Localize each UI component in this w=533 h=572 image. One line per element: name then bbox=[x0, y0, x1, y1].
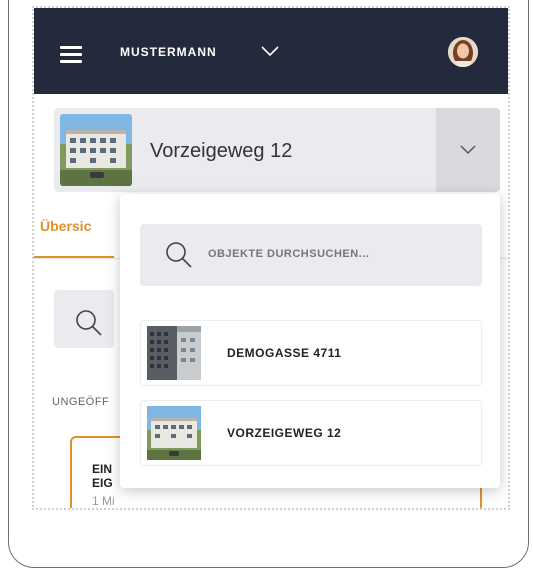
property-dropdown: OBJEKTE DURCHSUCHEN... DEMOGASSE 4711 VO… bbox=[120, 194, 500, 488]
app-screen: MUSTERMANN Vorzeigeweg 12 Übersic UNGEÖF… bbox=[32, 6, 510, 510]
property-thumbnail bbox=[147, 326, 201, 380]
search-placeholder: OBJEKTE DURCHSUCHEN... bbox=[208, 248, 370, 260]
top-bar: MUSTERMANN bbox=[34, 8, 508, 94]
chevron-down-icon[interactable] bbox=[260, 44, 280, 58]
property-option-label: VORZEIGEWEG 12 bbox=[227, 426, 342, 440]
property-thumbnail bbox=[147, 406, 201, 460]
property-option-demogasse[interactable]: DEMOGASSE 4711 bbox=[140, 320, 482, 386]
property-option-vorzeigeweg[interactable]: VORZEIGEWEG 12 bbox=[140, 400, 482, 466]
tab-overview[interactable]: Übersic bbox=[40, 218, 91, 234]
page-search-field[interactable] bbox=[54, 290, 114, 348]
search-icon bbox=[166, 242, 192, 268]
section-label: UNGEÖFF bbox=[52, 396, 110, 408]
property-selector-toggle[interactable] bbox=[436, 108, 500, 192]
property-option-label: DEMOGASSE 4711 bbox=[227, 346, 342, 360]
selected-property-label: Vorzeigeweg 12 bbox=[150, 140, 293, 162]
property-thumbnail bbox=[60, 114, 132, 186]
chevron-down-icon bbox=[460, 145, 476, 155]
property-selector[interactable]: Vorzeigeweg 12 bbox=[54, 108, 500, 192]
property-search-input[interactable]: OBJEKTE DURCHSUCHEN... bbox=[140, 224, 482, 286]
hamburger-icon[interactable] bbox=[60, 46, 82, 63]
card-subtitle: 1 Mi bbox=[92, 494, 115, 508]
avatar[interactable] bbox=[448, 37, 478, 67]
user-name[interactable]: MUSTERMANN bbox=[120, 45, 217, 59]
search-icon bbox=[76, 310, 102, 336]
